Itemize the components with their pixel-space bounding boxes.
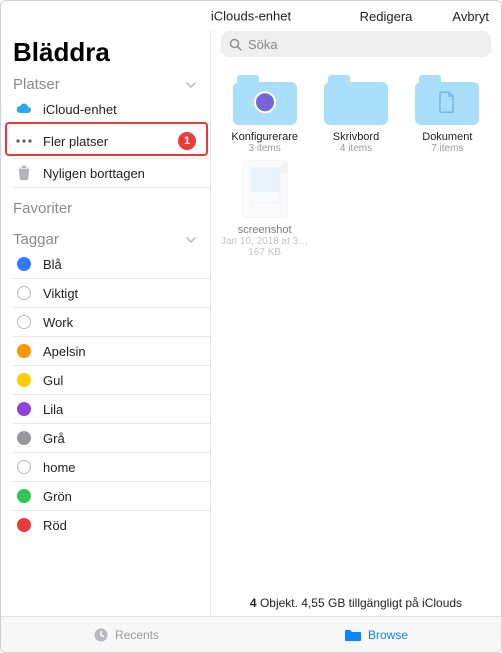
top-toolbar: Redigera iClouds-enhet Avbryt [1,1,501,31]
tag-label: home [43,460,76,475]
search-icon [229,38,242,51]
tag-dot-icon [15,400,33,418]
folder-icon [324,75,388,125]
sidebar-item-more-locations[interactable]: Fler platser 1 [1,124,210,158]
file-size: 167 KB [248,247,281,258]
tag-item-orange[interactable]: Apelsin [1,337,210,365]
tag-dot-icon [15,458,33,476]
tag-label: Röd [43,518,67,533]
tag-item-purple[interactable]: Lila [1,395,210,423]
status-count: 4 [250,596,257,610]
chevron-down-icon [184,233,198,247]
sidebar-item-recently-deleted[interactable]: Nyligen borttagen [1,159,210,187]
tag-label: Gul [43,373,63,388]
page-title: Bläddra [1,35,210,74]
tag-dot-icon [15,429,33,447]
sidebar-item-label: Nyligen borttagen [43,166,145,181]
search-placeholder: Söka [248,37,278,52]
tag-label: Lila [43,402,63,417]
tag-label: Blå [43,257,62,272]
status-bar: 4 Objekt. 4,55 GB tillgängligt på iCloud… [211,588,501,616]
folder-konfigurerare[interactable]: Konfigurerare 3 items [220,75,310,154]
status-text: Objekt. 4,55 GB tillgängligt på iClouds [257,596,462,610]
tag-item-gray[interactable]: Grå [1,424,210,452]
tag-label: Work [43,315,73,330]
sidebar-item-label: iCloud-enhet [43,102,117,117]
cloud-icon [15,100,33,118]
cancel-button[interactable]: Avbryt [452,9,489,24]
tag-label: Apelsin [43,344,86,359]
tag-item-blue[interactable]: Blå [1,250,210,278]
chevron-down-icon [184,78,198,92]
tag-dot-icon [15,313,33,331]
tag-dot-icon [15,284,33,302]
tag-dot-icon [15,342,33,360]
tab-label: Browse [368,628,408,642]
tag-dot-icon [15,516,33,534]
file-sub: 7 items [431,143,463,154]
tag-label: Grön [43,489,72,504]
folder-icon [233,75,297,125]
favorites-header[interactable]: Favoriter [1,198,210,219]
document-thumbnail-icon [242,160,288,218]
search-input[interactable]: Söka [221,31,491,57]
folder-icon [344,628,362,642]
document-icon [438,91,456,113]
files-window: Redigera iClouds-enhet Avbryt Bläddra Pl… [0,0,502,653]
tag-label: Viktigt [43,286,78,301]
folder-dokument[interactable]: Dokument 7 items [402,75,492,154]
file-name: Skrivbord [333,131,379,143]
file-sub: 4 items [340,143,372,154]
edit-button[interactable]: Redigera [360,9,413,24]
file-sub: 3 items [249,143,281,154]
tab-recents[interactable]: Recents [1,617,251,652]
window-title: iClouds-enhet [211,9,291,24]
tab-label: Recents [115,628,159,642]
file-name: Konfigurerare [231,131,298,143]
tag-item-yellow[interactable]: Gul [1,366,210,394]
bottom-tab-bar: Recents Browse [1,616,501,652]
tags-label: Taggar [13,231,59,248]
tag-item-green[interactable]: Grön [1,482,210,510]
folder-skrivbord[interactable]: Skrivbord 4 items [311,75,401,154]
app-badge-icon [254,91,276,113]
file-date: Jan 10, 2018 at 3… [221,236,308,247]
ellipsis-icon [15,132,33,150]
favorites-label: Favoriter [13,200,72,217]
locations-label: Platser [13,76,60,93]
locations-header[interactable]: Platser [1,74,210,95]
tag-item-red[interactable]: Röd [1,511,210,539]
trash-icon [15,164,33,182]
main-panel: Söka Konfigurerare 3 items [211,31,501,616]
file-name: screenshot [238,224,292,236]
tag-label: Grå [43,431,65,446]
tag-item-important[interactable]: Viktigt [1,279,210,307]
tags-list: Blå Viktigt Work Apelsin Gul Lila Grå ho… [1,250,210,539]
file-grid: Konfigurerare 3 items Skrivbord 4 items [211,67,501,588]
notification-badge: 1 [178,132,196,150]
tag-dot-icon [15,371,33,389]
tag-item-work[interactable]: Work [1,308,210,336]
tags-header[interactable]: Taggar [1,229,210,250]
file-screenshot[interactable]: screenshot Jan 10, 2018 at 3… 167 KB [220,160,310,258]
clock-icon [93,627,109,643]
tag-dot-icon [15,487,33,505]
sidebar-item-label: Fler platser [43,134,108,149]
tab-browse[interactable]: Browse [251,617,501,652]
folder-icon [415,75,479,125]
sidebar-item-icloud[interactable]: iCloud-enhet [1,95,210,123]
tag-item-home[interactable]: home [1,453,210,481]
sidebar: Bläddra Platser iCloud-enhet [1,31,211,616]
tag-dot-icon [15,255,33,273]
file-name: Dokument [422,131,472,143]
